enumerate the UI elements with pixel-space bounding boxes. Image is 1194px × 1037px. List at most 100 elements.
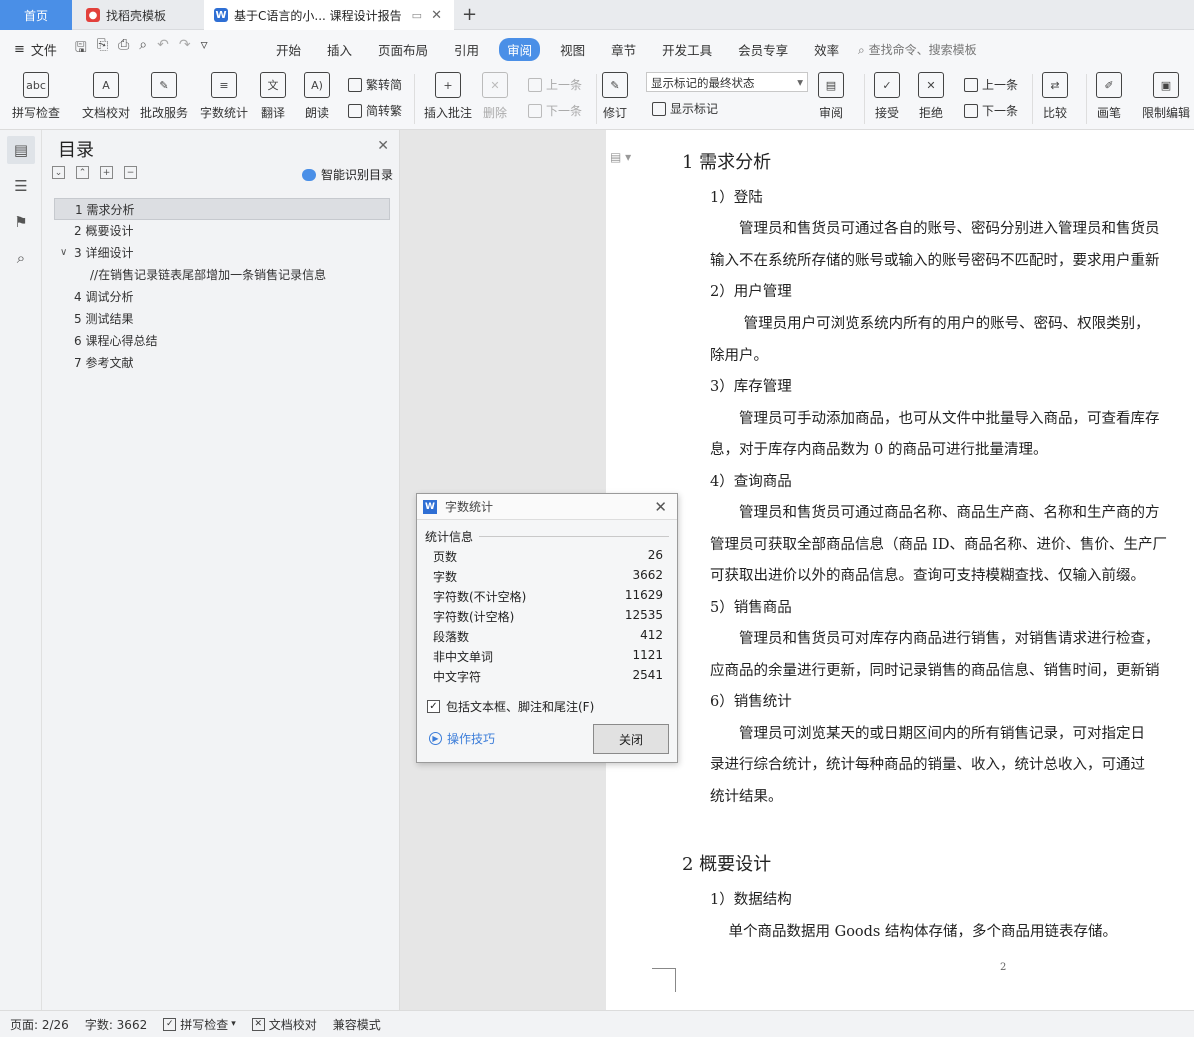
remove-level-icon[interactable]: − [124,166,137,179]
close-button[interactable]: 关闭 [593,724,669,754]
toc-item[interactable]: ∨ 3 详细设计 [54,242,390,264]
customize-icon[interactable]: ▿ [201,37,208,61]
status-spell-check[interactable]: ✓ 拼写检查 ▾ [163,1016,236,1033]
restrict-editing-label: 限制编辑 [1142,106,1191,120]
trad-to-simp-button[interactable]: 繁转简 [348,76,402,93]
next-change-button[interactable]: 下一条 [964,102,1018,119]
menu-member[interactable]: 会员专享 [738,38,788,61]
close-tab-icon[interactable]: ✕ [431,8,442,23]
toc-item[interactable]: 4 调试分析 [54,286,390,308]
add-level-icon[interactable]: + [100,166,113,179]
undo-icon[interactable]: ↶ [157,37,169,61]
doc-check-icon: ✕ [251,1017,265,1031]
toc-item[interactable]: 1 需求分析 [54,198,390,220]
close-icon[interactable]: ✕ [377,138,389,154]
delete-comment-icon: ✕ [482,72,508,98]
file-menu-label: 文件 [30,43,57,59]
wps-logo-icon: W [423,499,437,514]
doc-outline-icon[interactable]: ▤ ▾ [610,150,631,164]
restrict-editing-button[interactable]: ▣ 限制编辑 [1142,72,1190,121]
print-icon[interactable]: ⎙ [118,37,129,61]
collapse-down-icon[interactable]: ⌄ [52,166,65,179]
menu-start[interactable]: 开始 [276,38,301,61]
command-search[interactable]: ⌕ 查找命令、搜索模板 [858,41,977,58]
add-tab-icon[interactable]: + [462,4,477,25]
menu-reference[interactable]: 引用 [454,38,479,61]
menu-chapter[interactable]: 章节 [611,38,636,61]
word-count-indicator[interactable]: 字数: 3662 [85,1016,147,1033]
toc-item[interactable]: 2 概要设计 [54,220,390,242]
menu-view[interactable]: 视图 [560,38,585,61]
menu-layout[interactable]: 页面布局 [378,38,428,61]
tab-template-label: 找稻壳模板 [106,8,167,23]
bookmark-icon[interactable]: ⚑ [7,208,35,236]
word-count-button[interactable]: ≡ 字数统计 [200,72,248,121]
tab-document[interactable]: W 基于C语言的小... 课程设计报告 ▭ ✕ [204,0,454,30]
stat-label: 字数 [433,570,458,584]
delete-comment-button[interactable]: ✕ 删除 [482,72,508,121]
tab-home[interactable]: 首页 [0,0,72,30]
doc-check-button[interactable]: A 文档校对 [82,72,130,121]
prev-change-button[interactable]: 上一条 [964,76,1018,93]
menu-devtools[interactable]: 开发工具 [662,38,712,61]
spell-check-button[interactable]: abc 拼写检查 [12,72,60,121]
collapse-up-icon[interactable]: ⌃ [76,166,89,179]
dialog-titlebar[interactable]: W 字数统计 [417,494,677,520]
toc-item[interactable]: 5 测试结果 [54,308,390,330]
insert-comment-label: 插入批注 [424,106,473,120]
status-doc-check[interactable]: ✕ 文档校对 [251,1016,317,1033]
next-comment-button[interactable]: 下一条 [528,102,582,119]
include-textbox-checkbox[interactable]: ✓ 包括文本框、脚注和尾注(F) [427,698,594,715]
document-page[interactable]: ▤ ▾ 1 需求分析 1）登陆 管理员和售货员可通过各自的账号、密码分别进入管理… [606,130,1194,1010]
export-icon[interactable]: ⎘ [97,37,108,61]
save-icon[interactable]: 🖫 [75,37,87,61]
menu-efficiency[interactable]: 效率 [814,38,839,61]
chapter-nav-icon[interactable]: ☰ [7,172,35,200]
word-count-icon: ≡ [211,72,237,98]
toc-item[interactable]: 7 参考文献 [54,352,390,374]
ribbon-divider [1086,74,1087,124]
menu-insert[interactable]: 插入 [327,38,352,61]
close-icon[interactable]: ✕ [654,498,667,516]
checkmark-icon: ✓ [427,700,440,713]
batch-service-button[interactable]: ✎ 批改服务 [140,72,188,121]
redo-icon[interactable]: ↷ [179,37,191,61]
translate-button[interactable]: 文翻译 [260,72,286,121]
toc-item[interactable]: 6 课程心得总结 [54,330,390,352]
track-changes-button[interactable]: ✎ 修订 [602,72,628,121]
page-indicator[interactable]: 页面: 2/26 [10,1016,69,1033]
search-icon[interactable]: ⌕ [7,244,35,272]
reject-button[interactable]: ✕ 拒绝 [918,72,944,121]
prev-comment-button[interactable]: 上一条 [528,76,582,93]
reject-icon: ✕ [918,72,944,98]
markup-state-select[interactable]: 显示标记的最终状态 ▾ [646,72,808,92]
stat-value: 412 [640,628,663,642]
pen-button[interactable]: ✐ 画笔 [1096,72,1122,121]
toc-panel-icon[interactable]: ▤ [7,136,35,164]
stat-row: 非中文单词 1121 [433,648,663,668]
menu-review[interactable]: 审阅 [499,37,541,61]
smart-toc-button[interactable]: 智能识别目录 [301,166,393,183]
show-markup-label: 显示标记 [670,102,719,116]
read-aloud-label: 朗读 [304,106,329,120]
next-comment-label: 下一条 [546,104,583,118]
review-pane-button[interactable]: ▤ 审阅 [818,72,844,121]
read-aloud-button[interactable]: A) 朗读 [304,72,330,121]
tab-template[interactable]: ● 找稻壳模板 [76,0,200,30]
tips-link[interactable]: ▶ 操作技巧 [429,730,495,747]
tab-bar: 首页 ● 找稻壳模板 W 基于C语言的小... 课程设计报告 ▭ ✕ + [0,0,1194,30]
chevron-down-icon[interactable]: ∨ [60,242,67,264]
stat-row: 字符数(不计空格) 11629 [433,588,663,608]
pin-icon[interactable]: ▭ [412,9,422,22]
compare-button[interactable]: ⇄ 比较 [1042,72,1068,121]
toc-item[interactable]: //在销售记录链表尾部增加一条销售记录信息 [54,264,390,286]
simp-to-trad-button[interactable]: 简转繁 [348,102,402,119]
stat-label: 字符数(计空格) [433,610,515,624]
insert-comment-button[interactable]: + 插入批注 [424,72,472,121]
toc-item-label: 1 需求分析 [75,203,135,217]
accept-button[interactable]: ✓ 接受 [874,72,900,121]
file-menu[interactable]: ≡ 文件 [14,40,57,59]
toc-item-label: 7 参考文献 [74,356,134,370]
show-markup-button[interactable]: 显示标记 [652,100,718,117]
preview-icon[interactable]: ⌕ [139,37,147,61]
